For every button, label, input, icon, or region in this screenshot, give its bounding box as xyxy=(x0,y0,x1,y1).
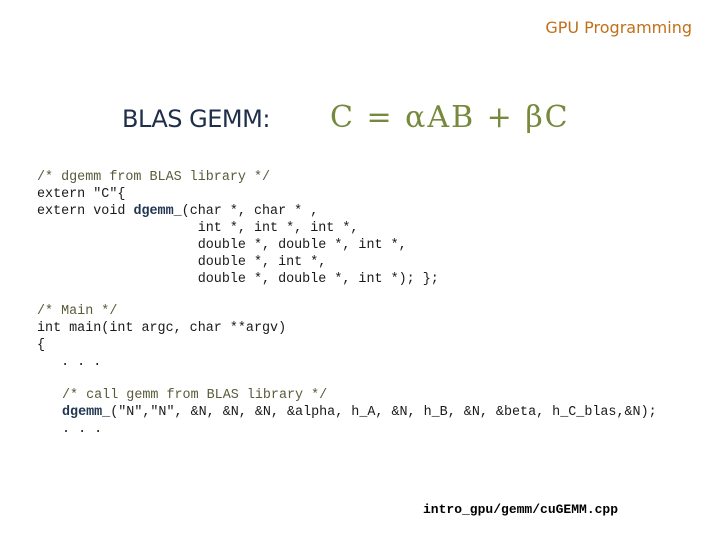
source-file-path: intro_gpu/gemm/cuGEMM.cpp xyxy=(423,502,619,517)
function-name: dgemm_ xyxy=(62,405,111,420)
header-title: GPU Programming xyxy=(545,18,692,37)
code-comment: /* call gemm from BLAS library */ xyxy=(62,388,328,403)
code-line: double *, double *, int *, xyxy=(37,238,407,253)
code-text: (char *, char * , xyxy=(181,204,319,219)
code-block-call: /* call gemm from BLAS library */dgemm_(… xyxy=(62,387,657,438)
code-comment: /* Main */ xyxy=(37,304,118,319)
code-line: double *, double *, int *); }; xyxy=(37,272,439,287)
code-line: . . . xyxy=(37,355,102,370)
code-line: double *, int *, xyxy=(37,255,327,270)
function-name: dgemm_ xyxy=(133,204,182,219)
code-text: extern void xyxy=(37,204,134,219)
gemm-formula: C = αAB + βC xyxy=(330,100,570,135)
code-line: int main(int argc, char **argv) xyxy=(37,321,287,336)
code-block-main: /* Main */ int main(int argc, char **argv… xyxy=(37,303,286,371)
code-line: { xyxy=(37,338,46,353)
slide-heading: BLAS GEMM: xyxy=(122,105,270,133)
code-comment: /* dgemm from BLAS library */ xyxy=(37,170,271,185)
code-line: . . . xyxy=(62,422,103,437)
code-text: ("N","N", &N, &N, &N, &alpha, h_A, &N, h… xyxy=(110,405,657,420)
code-line: int *, int *, int *, xyxy=(37,221,359,236)
code-line-call: dgemm_("N","N", &N, &N, &N, &alpha, h_A,… xyxy=(62,404,657,421)
code-block-declaration: /* dgemm from BLAS library */ extern "C"{… xyxy=(37,169,439,288)
code-line-declaration: extern void dgemm_(char *, char * , xyxy=(37,203,439,220)
code-line: extern "C"{ xyxy=(37,187,126,202)
